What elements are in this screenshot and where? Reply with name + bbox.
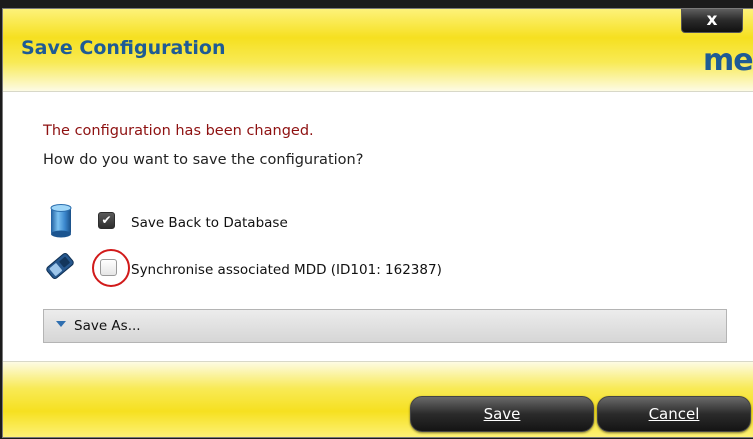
chevron-down-icon	[56, 321, 66, 327]
dialog-footer: Save Cancel	[3, 361, 753, 437]
save-back-to-database-checkbox[interactable]: ✔	[98, 212, 115, 229]
mei-logo: mei	[703, 43, 753, 78]
dialog-title: Save Configuration	[21, 37, 226, 59]
save-as-label: Save As...	[74, 318, 141, 334]
mdd-device-icon	[46, 253, 74, 279]
cancel-button[interactable]: Cancel	[597, 396, 751, 432]
database-icon	[50, 204, 72, 238]
close-button[interactable]: x	[681, 9, 743, 33]
checkmark-icon: ✔	[101, 213, 112, 227]
save-button[interactable]: Save	[410, 396, 594, 432]
save-question: How do you want to save the configuratio…	[43, 152, 364, 168]
save-back-to-database-label: Save Back to Database	[131, 215, 288, 231]
save-button-label: Save	[483, 405, 521, 423]
changed-message: The configuration has been changed.	[43, 123, 314, 139]
save-as-expander[interactable]: Save As...	[43, 309, 727, 343]
save-configuration-dialog: Save Configuration x mei The configurati…	[2, 8, 753, 438]
close-icon: x	[706, 10, 718, 30]
highlight-circle	[92, 249, 130, 287]
dialog-header: Save Configuration x mei	[3, 9, 753, 92]
cancel-button-label: Cancel	[648, 405, 700, 423]
synchronise-mdd-label: Synchronise associated MDD (ID101: 16238…	[131, 262, 442, 278]
